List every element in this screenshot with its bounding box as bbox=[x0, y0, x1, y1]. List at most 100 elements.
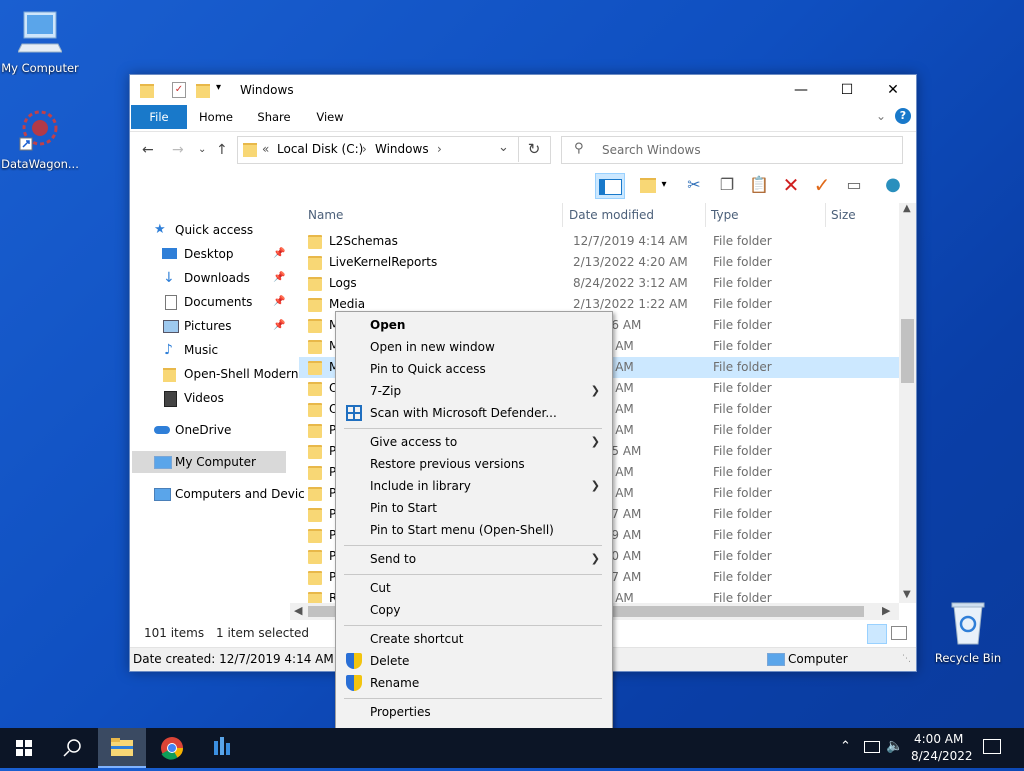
pin-icon[interactable]: 📌 bbox=[273, 243, 285, 265]
nav-pictures[interactable]: Pictures 📌 bbox=[130, 315, 290, 337]
folder-view-icon[interactable] bbox=[636, 173, 660, 197]
vertical-scrollbar[interactable]: ▲ ▼ bbox=[899, 203, 916, 603]
menu-item-send-to[interactable]: Send to ❯ bbox=[338, 548, 610, 570]
pin-icon[interactable]: 📌 bbox=[273, 315, 285, 337]
notification-icon[interactable] bbox=[983, 739, 1001, 754]
chevron-down-icon[interactable]: ▾ bbox=[216, 82, 221, 98]
network-icon[interactable] bbox=[864, 741, 880, 753]
menu-item-cut[interactable]: Cut bbox=[338, 577, 610, 599]
chevron-up-icon[interactable]: ⌃ bbox=[840, 739, 851, 754]
table-row[interactable]: L2Schemas 12/7/2019 4:14 AM File folder bbox=[299, 231, 899, 252]
table-row[interactable]: Logs 8/24/2022 3:12 AM File folder bbox=[299, 273, 899, 294]
menu-item-give-access[interactable]: Give access to ❯ bbox=[338, 431, 610, 453]
cut-icon[interactable]: ✂ bbox=[682, 173, 706, 197]
desktop-icon-my-computer[interactable]: My Computer bbox=[0, 8, 80, 75]
menu-item-copy[interactable]: Copy bbox=[338, 599, 610, 621]
menu-item-pin-start[interactable]: Pin to Start bbox=[338, 497, 610, 519]
nav-my-computer[interactable]: My Computer bbox=[132, 451, 286, 473]
search-button[interactable] bbox=[48, 728, 96, 768]
preview-pane-icon[interactable] bbox=[595, 173, 625, 199]
chevron-down-icon[interactable]: ⌄ bbox=[876, 109, 886, 123]
chevron-down-icon[interactable]: ⌄ bbox=[198, 144, 206, 155]
properties-icon[interactable]: ✓ bbox=[172, 82, 186, 98]
menu-item-rename[interactable]: Rename bbox=[338, 672, 610, 694]
desktop-icon-recycle-bin[interactable]: Recycle Bin bbox=[928, 600, 1008, 665]
menu-item-open-new-window[interactable]: Open in new window bbox=[338, 336, 610, 358]
minimize-button[interactable]: — bbox=[778, 75, 824, 105]
nav-downloads[interactable]: ↓ Downloads 📌 bbox=[130, 267, 290, 289]
chevron-down-icon[interactable]: ▼ bbox=[903, 589, 911, 600]
new-folder-icon[interactable] bbox=[196, 84, 210, 98]
nav-documents[interactable]: Documents 📌 bbox=[130, 291, 290, 313]
column-divider[interactable] bbox=[705, 203, 706, 227]
column-divider[interactable] bbox=[825, 203, 826, 227]
menu-item-pin-quick-access[interactable]: Pin to Quick access bbox=[338, 358, 610, 380]
menu-item-include-library[interactable]: Include in library ❯ bbox=[338, 475, 610, 497]
forward-arrow-icon[interactable]: → bbox=[172, 142, 184, 158]
pin-icon[interactable]: 📌 bbox=[273, 267, 285, 289]
up-arrow-icon[interactable]: ↑ bbox=[216, 142, 228, 158]
chevron-right-icon[interactable]: › bbox=[437, 142, 442, 156]
taskbar-chrome[interactable] bbox=[148, 728, 196, 768]
column-header-type[interactable]: Type bbox=[711, 203, 739, 227]
tab-file[interactable]: File bbox=[131, 105, 187, 129]
menu-item-pin-start-openshell[interactable]: Pin to Start menu (Open-Shell) bbox=[338, 519, 610, 541]
rename-icon[interactable]: ▭ bbox=[842, 173, 866, 197]
close-button[interactable]: ✕ bbox=[870, 75, 916, 105]
desktop-icon-datawagon[interactable]: DataWagon... bbox=[0, 106, 80, 171]
breadcrumb-windows[interactable]: Windows bbox=[375, 142, 429, 156]
taskbar-app[interactable] bbox=[198, 728, 246, 768]
chevron-down-icon[interactable]: ⌄ bbox=[498, 140, 509, 155]
refresh-button[interactable]: ↻ bbox=[518, 136, 549, 162]
chevron-up-icon[interactable]: ▲ bbox=[903, 203, 911, 214]
help-icon[interactable]: ? bbox=[895, 108, 911, 124]
menu-item-restore-versions[interactable]: Restore previous versions bbox=[338, 453, 610, 475]
nav-quick-access[interactable]: ★ Quick access bbox=[130, 219, 290, 241]
clock-date[interactable]: 8/24/2022 bbox=[911, 749, 973, 763]
menu-item-delete[interactable]: Delete bbox=[338, 650, 610, 672]
table-row[interactable]: LiveKernelReports 2/13/2022 4:20 AM File f… bbox=[299, 252, 899, 273]
nav-onedrive[interactable]: OneDrive bbox=[130, 419, 290, 441]
nav-open-shell[interactable]: Open-Shell Modern bbox=[130, 363, 299, 385]
chevron-right-icon[interactable]: ▶ bbox=[882, 604, 890, 617]
chevron-right-icon[interactable]: › bbox=[362, 142, 367, 156]
column-header-size[interactable]: Size bbox=[831, 203, 856, 227]
breadcrumb-local-disk[interactable]: Local Disk (C:) bbox=[277, 142, 363, 156]
copy-icon[interactable]: ❐ bbox=[715, 173, 739, 197]
delete-icon[interactable]: ✕ bbox=[779, 173, 803, 197]
nav-videos[interactable]: Videos bbox=[130, 387, 290, 409]
pin-icon[interactable]: 📌 bbox=[273, 291, 285, 313]
column-header-name[interactable]: Name bbox=[308, 203, 343, 227]
search-box[interactable]: ⚲ Search Windows bbox=[561, 136, 903, 164]
column-divider[interactable] bbox=[562, 203, 563, 227]
tab-share[interactable]: Share bbox=[250, 105, 298, 129]
large-icons-view-icon[interactable] bbox=[891, 626, 907, 640]
tab-home[interactable]: Home bbox=[192, 105, 240, 129]
tab-view[interactable]: View bbox=[306, 105, 354, 129]
nav-music[interactable]: ♪ Music bbox=[130, 339, 290, 361]
chevron-left-icon[interactable]: ◀ bbox=[294, 604, 302, 617]
menu-item-create-shortcut[interactable]: Create shortcut bbox=[338, 628, 610, 650]
resize-grip-icon[interactable]: ⋱ bbox=[902, 654, 911, 664]
checkmark-icon[interactable]: ✓ bbox=[810, 173, 834, 197]
search-placeholder[interactable]: Search Windows bbox=[602, 143, 701, 157]
volume-icon[interactable]: 🔈 bbox=[886, 738, 903, 754]
nav-desktop[interactable]: Desktop 📌 bbox=[130, 243, 290, 265]
column-header-date[interactable]: Date modified bbox=[569, 203, 654, 227]
start-button[interactable] bbox=[0, 728, 48, 768]
globe-icon[interactable]: ● bbox=[881, 173, 905, 197]
address-bar[interactable]: « Local Disk (C:) › Windows › ⌄ bbox=[237, 136, 551, 164]
details-view-icon[interactable] bbox=[867, 624, 887, 644]
nav-network[interactable]: Computers and Devic bbox=[130, 483, 305, 505]
paste-icon[interactable]: 📋 bbox=[747, 173, 771, 197]
menu-item-properties[interactable]: Properties bbox=[338, 701, 610, 723]
clock-time[interactable]: 4:00 AM bbox=[914, 732, 963, 746]
title-bar[interactable]: ✓ ▾ Windows — ☐ ✕ bbox=[130, 75, 916, 105]
chevron-down-icon[interactable]: ▾ bbox=[658, 173, 670, 197]
menu-item-scan-defender[interactable]: Scan with Microsoft Defender... bbox=[338, 402, 610, 424]
menu-item-open[interactable]: Open bbox=[338, 314, 610, 336]
back-arrow-icon[interactable]: ← bbox=[142, 142, 154, 158]
address-prefix[interactable]: « bbox=[262, 142, 269, 156]
taskbar-file-explorer[interactable] bbox=[98, 728, 146, 768]
scroll-thumb[interactable] bbox=[901, 319, 914, 383]
